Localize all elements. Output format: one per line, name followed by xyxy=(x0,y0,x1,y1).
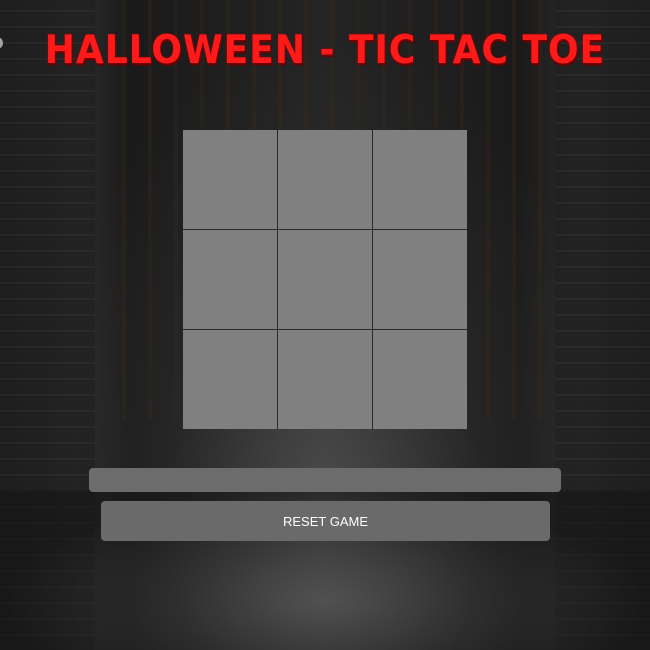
board-cell-8[interactable] xyxy=(278,330,372,429)
board-cell-7[interactable] xyxy=(183,330,277,429)
board-cell-1[interactable] xyxy=(183,130,277,229)
status-bar xyxy=(89,468,561,492)
board-cell-2[interactable] xyxy=(278,130,372,229)
board-cell-5[interactable] xyxy=(278,230,372,329)
board-cell-3[interactable] xyxy=(373,130,467,229)
game-board xyxy=(183,130,467,429)
game-title: HALLOWEEN - TIC TAC TOE xyxy=(44,27,606,74)
reset-game-button[interactable]: RESET GAME xyxy=(101,501,550,541)
board-cell-6[interactable] xyxy=(373,230,467,329)
board-cell-9[interactable] xyxy=(373,330,467,429)
board-cell-4[interactable] xyxy=(183,230,277,329)
